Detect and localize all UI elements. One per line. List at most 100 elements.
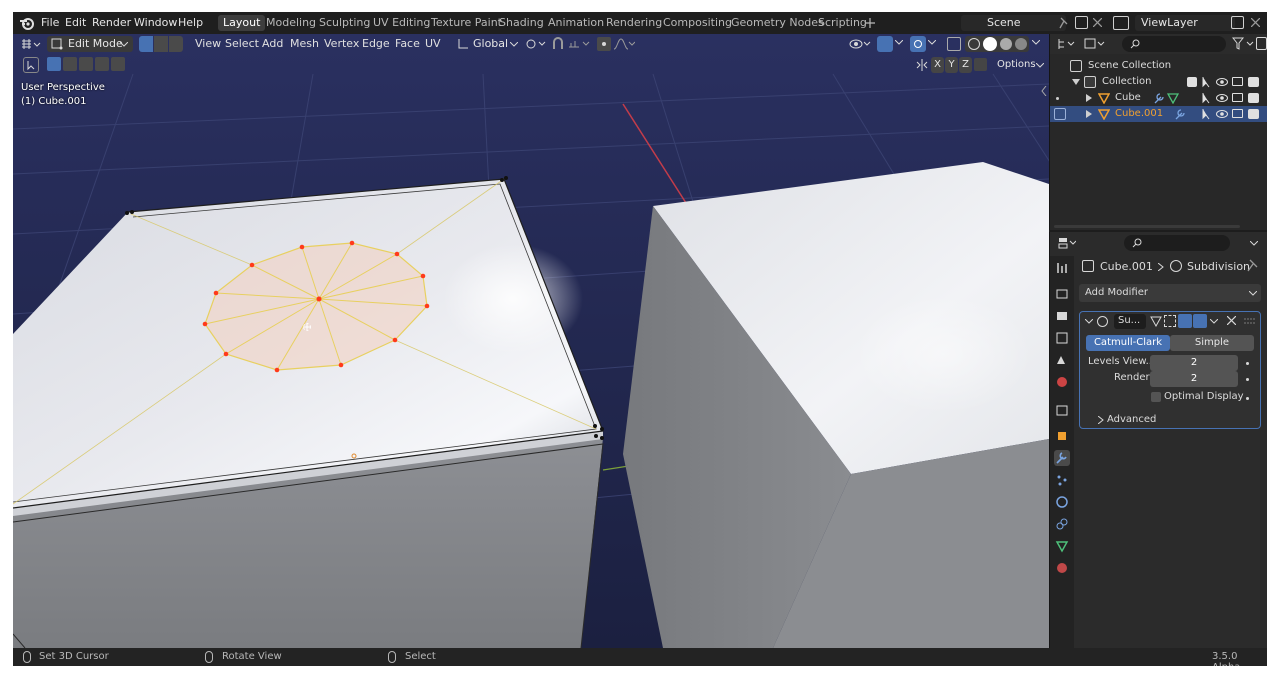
selectable-icon[interactable] xyxy=(1202,76,1212,88)
output-tab-icon[interactable] xyxy=(1054,308,1070,324)
menu-edge[interactable]: Edge xyxy=(362,36,390,52)
material-tab-icon[interactable] xyxy=(1054,560,1070,576)
vertex-select-icon[interactable] xyxy=(139,36,153,52)
tab-shading[interactable]: Shading xyxy=(494,15,549,31)
mirror-icon[interactable] xyxy=(915,58,929,72)
edge-select-icon[interactable] xyxy=(154,36,168,52)
keyframe-dot-icon[interactable] xyxy=(1246,378,1249,381)
filter-icon[interactable] xyxy=(1232,37,1256,51)
pivot-point-icon[interactable] xyxy=(525,37,547,51)
falloff-icon[interactable] xyxy=(613,37,635,51)
modifier-name-field[interactable]: Su... xyxy=(1114,314,1146,329)
expand-arrow-icon[interactable] xyxy=(1086,94,1092,102)
menu-face[interactable]: Face xyxy=(395,36,420,52)
select-new-icon[interactable] xyxy=(47,57,61,71)
view-layer-icon[interactable] xyxy=(1113,16,1129,30)
chevron-down-icon[interactable] xyxy=(895,40,903,45)
options-dropdown[interactable]: Options xyxy=(993,57,1045,73)
tab-sculpting[interactable]: Sculpting xyxy=(314,15,375,31)
xray-toggle-icon[interactable] xyxy=(947,37,961,51)
close-icon[interactable] xyxy=(1093,18,1102,27)
data-tab-icon[interactable] xyxy=(1054,538,1070,554)
face-select-icon[interactable] xyxy=(169,36,183,52)
render-display-icon[interactable] xyxy=(1193,314,1207,328)
render-disable-icon[interactable] xyxy=(1248,77,1259,87)
visibility-icon[interactable] xyxy=(849,37,871,51)
select-invert-icon[interactable] xyxy=(95,57,109,71)
viewport-disable-icon[interactable] xyxy=(1232,109,1243,118)
mode-dropdown[interactable]: Edit Mode xyxy=(47,36,133,52)
edit-mode-display-icon[interactable] xyxy=(1150,315,1162,327)
collection-tab-icon[interactable] xyxy=(1054,402,1070,418)
mirror-z-toggle[interactable]: Z xyxy=(959,57,972,73)
properties-editor-icon[interactable] xyxy=(1058,237,1076,249)
collapse-panel-icon[interactable] xyxy=(1085,319,1093,324)
chevron-down-icon[interactable] xyxy=(1032,40,1040,45)
physics-tab-icon[interactable] xyxy=(1054,494,1070,510)
menu-render[interactable]: Render xyxy=(92,16,131,29)
viewport-disable-icon[interactable] xyxy=(1232,77,1243,86)
expand-arrow-icon[interactable] xyxy=(1098,416,1104,424)
expand-arrow-icon[interactable] xyxy=(1086,110,1092,118)
topology-mirror-icon[interactable] xyxy=(974,58,987,71)
blender-logo-icon[interactable] xyxy=(19,15,35,31)
chevron-down-icon[interactable] xyxy=(928,40,936,45)
keyframe-dot-icon[interactable] xyxy=(1246,397,1249,400)
keyframe-dot-icon[interactable] xyxy=(1246,362,1249,365)
editor-type-icon[interactable] xyxy=(21,38,41,50)
new-collection-icon[interactable] xyxy=(1256,37,1267,50)
rendered-shading-icon[interactable] xyxy=(1015,38,1027,50)
properties-search-input[interactable] xyxy=(1124,235,1230,251)
exclude-checkbox-icon[interactable] xyxy=(1187,77,1197,87)
select-intersect-icon[interactable] xyxy=(111,57,125,71)
render-disable-icon[interactable] xyxy=(1248,109,1259,119)
world-tab-icon[interactable] xyxy=(1054,374,1070,390)
mirror-x-toggle[interactable]: X xyxy=(931,57,944,73)
menu-select[interactable]: Select xyxy=(225,36,259,52)
object-tab-icon[interactable] xyxy=(1054,428,1070,444)
menu-uv[interactable]: UV xyxy=(425,36,441,52)
snap-icon[interactable] xyxy=(551,37,565,51)
viewport-scene[interactable] xyxy=(13,34,1049,648)
outliner-editor-icon[interactable] xyxy=(1058,38,1076,50)
outliner-row-cube[interactable]: Cube xyxy=(1050,90,1267,106)
drag-handle-icon[interactable] xyxy=(1244,318,1256,324)
remove-view-layer-icon[interactable] xyxy=(1251,18,1260,27)
view-layer-field[interactable]: ViewLayer xyxy=(1135,15,1235,31)
eye-icon[interactable] xyxy=(1216,77,1228,87)
eye-icon[interactable] xyxy=(1216,93,1228,103)
render-levels-field[interactable]: 2 xyxy=(1150,371,1238,387)
close-icon[interactable] xyxy=(1227,316,1236,325)
wireframe-shading-icon[interactable] xyxy=(968,38,980,50)
menu-help[interactable]: Help xyxy=(178,16,203,29)
menu-vertex[interactable]: Vertex xyxy=(324,36,359,52)
outliner-scrollbar[interactable] xyxy=(1054,225,1240,228)
collapse-sidebar-icon[interactable] xyxy=(1041,86,1047,96)
render-tab-icon[interactable] xyxy=(1054,286,1070,302)
select-extend-icon[interactable] xyxy=(63,57,77,71)
pin-icon[interactable] xyxy=(1059,17,1069,29)
transform-orientation-dropdown[interactable]: Global xyxy=(457,36,519,52)
particles-tab-icon[interactable] xyxy=(1054,472,1070,488)
new-scene-icon[interactable] xyxy=(1075,16,1088,29)
simple-button[interactable]: Simple xyxy=(1170,335,1254,351)
mirror-y-toggle[interactable]: Y xyxy=(945,57,958,73)
optimal-display-checkbox[interactable] xyxy=(1151,392,1161,402)
material-shading-icon[interactable] xyxy=(1000,38,1012,50)
tab-layout[interactable]: Layout xyxy=(218,15,266,31)
selectable-icon[interactable] xyxy=(1202,92,1212,104)
scene-field[interactable]: Scene xyxy=(961,15,1066,31)
levels-viewport-field[interactable]: 2 xyxy=(1150,355,1238,371)
proportional-edit-icon[interactable] xyxy=(597,37,611,51)
tab-modeling[interactable]: Modeling xyxy=(261,15,321,31)
menu-mesh[interactable]: Mesh xyxy=(290,36,319,52)
scene-tab-icon[interactable] xyxy=(1054,352,1070,368)
outliner-row-scene-collection[interactable]: Scene Collection xyxy=(1050,58,1267,74)
snap-target-icon[interactable] xyxy=(567,37,591,51)
outliner-row-collection[interactable]: Collection xyxy=(1050,74,1267,90)
3d-viewport[interactable]: Edit Mode View Select Add Mesh Vertex Ed… xyxy=(13,34,1049,648)
view-layer-tab-icon[interactable] xyxy=(1054,330,1070,346)
solid-shading-icon[interactable] xyxy=(983,37,997,51)
menu-file[interactable]: File xyxy=(41,16,59,29)
menu-window[interactable]: Window xyxy=(134,16,177,29)
